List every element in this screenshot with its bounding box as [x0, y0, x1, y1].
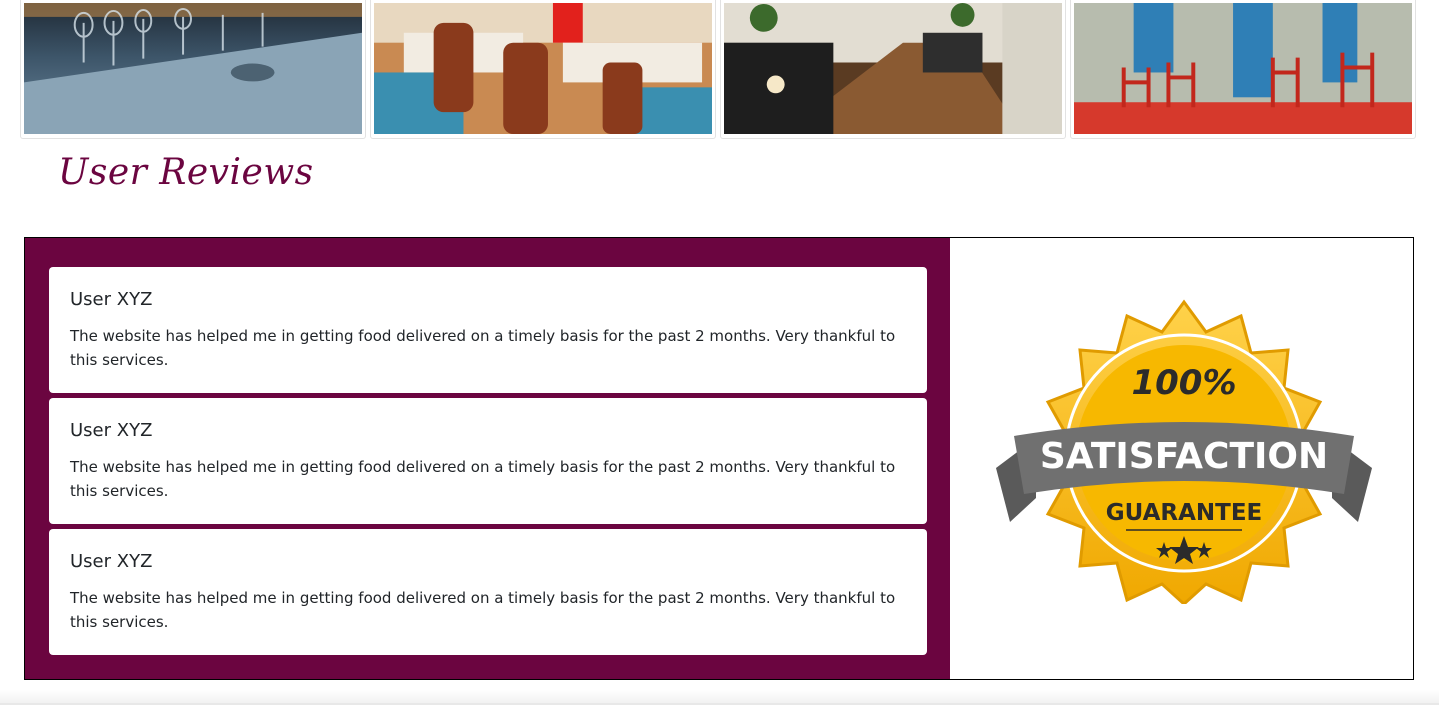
section-title: User Reviews [58, 152, 314, 193]
review-author: User XYZ [70, 420, 153, 441]
badge-percent: 100% [1131, 363, 1236, 403]
review-text: The website has helped me in getting foo… [70, 458, 896, 500]
gallery-thumb-2[interactable] [370, 0, 716, 139]
table-setting-photo [24, 3, 362, 134]
review-author: User XYZ [70, 551, 153, 572]
review-card: User XYZ The website has helped me in ge… [49, 529, 927, 655]
badge-ribbon-text: SATISFACTION [1040, 436, 1328, 477]
reviews-list: User XYZ The website has helped me in ge… [25, 238, 950, 679]
review-text: The website has helped me in getting foo… [70, 589, 896, 631]
badge-guarantee-text: GUARANTEE [1106, 500, 1263, 526]
image-gallery [20, 0, 1420, 141]
review-card: User XYZ The website has helped me in ge… [49, 267, 927, 393]
satisfaction-guarantee-badge: 100% SATISFACTION GUARANTEE [996, 299, 1372, 604]
street-cafe-photo [1074, 3, 1412, 134]
restaurant-interior-photo [374, 3, 712, 134]
cafe-interior-photo [724, 3, 1062, 134]
guarantee-panel: 100% SATISFACTION GUARANTEE [950, 238, 1413, 679]
review-card: User XYZ The website has helped me in ge… [49, 398, 927, 524]
review-author: User XYZ [70, 289, 153, 310]
review-text: The website has helped me in getting foo… [70, 327, 896, 369]
gallery-thumb-4[interactable] [1070, 0, 1416, 139]
gallery-thumb-3[interactable] [720, 0, 1066, 139]
reviews-section: User XYZ The website has helped me in ge… [24, 237, 1414, 680]
gallery-thumb-1[interactable] [20, 0, 366, 139]
